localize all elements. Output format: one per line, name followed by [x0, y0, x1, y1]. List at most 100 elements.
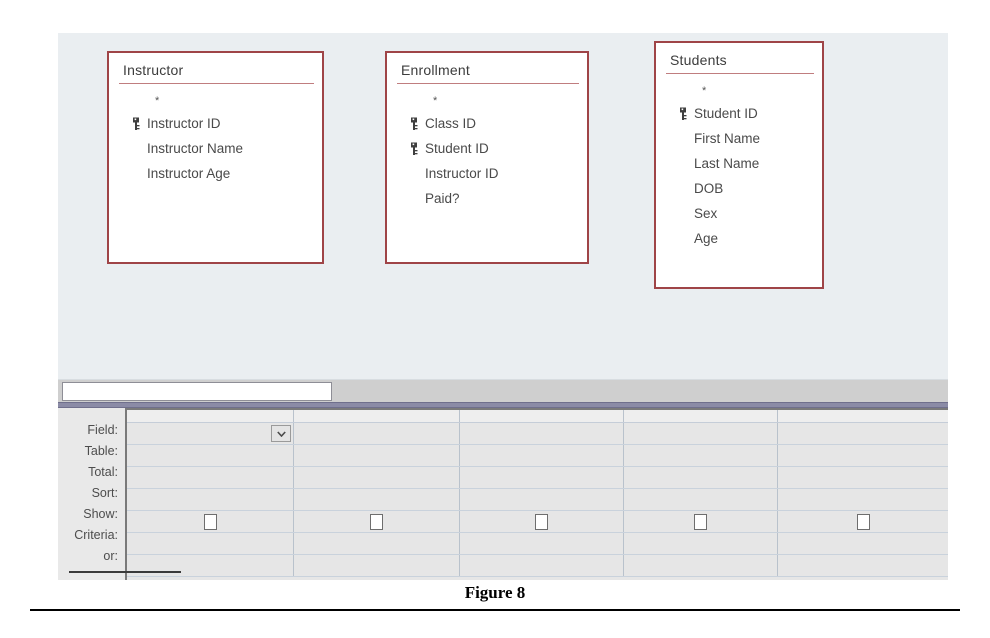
table-cell[interactable]	[778, 445, 948, 466]
criteria-cell[interactable]	[778, 533, 948, 554]
or-cell[interactable]	[624, 555, 778, 576]
column-header[interactable]	[294, 410, 460, 422]
field-name: Student ID	[694, 106, 758, 121]
table-field-row[interactable]: Instructor ID	[109, 111, 322, 136]
column-header[interactable]	[460, 410, 624, 422]
table-field-row[interactable]: Instructor Age	[109, 161, 322, 186]
field-star[interactable]: *	[387, 90, 587, 111]
caption-divider	[30, 609, 960, 611]
table-field-row[interactable]: First Name	[656, 126, 822, 151]
table-field-row[interactable]: Sex	[656, 201, 822, 226]
field-cell[interactable]	[294, 423, 460, 444]
sort-cell[interactable]	[460, 489, 624, 510]
field-name: Class ID	[425, 116, 477, 131]
field-name: Paid?	[425, 191, 460, 206]
table-field-row[interactable]: DOB	[656, 176, 822, 201]
sort-cell[interactable]	[127, 489, 294, 510]
row-label-sort: Sort:	[91, 486, 118, 500]
field-cell[interactable]	[127, 423, 294, 444]
field-name: Student ID	[425, 141, 489, 156]
show-checkbox[interactable]	[535, 513, 548, 530]
table-diagram-pane[interactable]: Instructor * Instructor ID Instructor Na…	[58, 33, 948, 379]
or-cell[interactable]	[778, 555, 948, 576]
show-cell[interactable]	[778, 511, 948, 532]
table-cell[interactable]	[624, 445, 778, 466]
column-header[interactable]	[624, 410, 778, 422]
show-cell[interactable]	[460, 511, 624, 532]
query-grid-column-headers[interactable]	[127, 410, 948, 423]
show-cell[interactable]	[624, 511, 778, 532]
table-field-row[interactable]: Paid?	[387, 186, 587, 211]
table-field-list: * Student ID First Name Last Name DOB Se…	[656, 74, 822, 251]
sort-cell[interactable]	[778, 489, 948, 510]
criteria-cell[interactable]	[294, 533, 460, 554]
grid-row-show	[127, 511, 948, 533]
show-cell[interactable]	[294, 511, 460, 532]
field-cell[interactable]	[778, 423, 948, 444]
field-name: First Name	[694, 131, 761, 146]
label-spacer	[58, 408, 125, 420]
chevron-down-icon[interactable]	[271, 425, 291, 442]
field-name: Instructor Age	[147, 166, 231, 181]
field-name: Instructor ID	[425, 166, 499, 181]
field-cell[interactable]	[460, 423, 624, 444]
show-checkbox[interactable]	[370, 513, 383, 530]
horizontal-scrollbar-thumb[interactable]	[62, 382, 332, 401]
grid-row-total	[127, 467, 948, 489]
table-cell[interactable]	[127, 445, 294, 466]
row-label-criteria: Criteria:	[74, 528, 118, 542]
table-field-list: * Class ID Student ID Instructor ID Paid…	[387, 84, 587, 211]
sort-cell[interactable]	[294, 489, 460, 510]
table-cell[interactable]	[460, 445, 624, 466]
field-name: Instructor Name	[147, 141, 244, 156]
primary-key-icon	[403, 142, 425, 155]
show-checkbox[interactable]	[694, 513, 707, 530]
query-grid-row-labels: Field: Table: Total: Sort: Show: Criteri…	[58, 408, 125, 580]
table-box-students[interactable]: Students * Student ID First Name Last Na…	[654, 41, 824, 289]
field-star[interactable]: *	[656, 80, 822, 101]
or-cell[interactable]	[294, 555, 460, 576]
query-grid-table	[125, 408, 948, 580]
field-cell[interactable]	[624, 423, 778, 444]
criteria-cell[interactable]	[624, 533, 778, 554]
total-cell[interactable]	[294, 467, 460, 488]
table-field-row[interactable]: Last Name	[656, 151, 822, 176]
query-designer-window: Instructor * Instructor ID Instructor Na…	[58, 33, 948, 580]
table-field-row[interactable]: Student ID	[387, 136, 587, 161]
table-box-instructor[interactable]: Instructor * Instructor ID Instructor Na…	[107, 51, 324, 264]
criteria-cell[interactable]	[460, 533, 624, 554]
sort-cell[interactable]	[624, 489, 778, 510]
total-cell[interactable]	[127, 467, 294, 488]
table-field-row[interactable]: Class ID	[387, 111, 587, 136]
table-box-enrollment[interactable]: Enrollment * Class ID Student ID Instruc…	[385, 51, 589, 264]
row-label-table: Table:	[84, 444, 118, 458]
grid-row-or	[127, 555, 948, 577]
criteria-cell[interactable]	[127, 533, 294, 554]
table-title: Students	[670, 52, 727, 68]
total-cell[interactable]	[460, 467, 624, 488]
table-field-row[interactable]: Instructor ID	[387, 161, 587, 186]
total-cell[interactable]	[624, 467, 778, 488]
horizontal-scrollbar[interactable]	[58, 379, 948, 403]
primary-key-icon	[672, 107, 694, 120]
or-cell[interactable]	[460, 555, 624, 576]
grid-row-table	[127, 445, 948, 467]
or-row-edge-marker	[69, 571, 181, 573]
table-field-row[interactable]: Age	[656, 226, 822, 251]
show-cell[interactable]	[127, 511, 294, 532]
table-field-row[interactable]: Instructor Name	[109, 136, 322, 161]
table-cell[interactable]	[294, 445, 460, 466]
total-cell[interactable]	[778, 467, 948, 488]
field-name: Age	[694, 231, 719, 246]
grid-row-criteria	[127, 533, 948, 555]
table-field-row[interactable]: Student ID	[656, 101, 822, 126]
field-star[interactable]: *	[109, 90, 322, 111]
show-checkbox[interactable]	[857, 513, 870, 530]
grid-row-sort	[127, 489, 948, 511]
primary-key-icon	[125, 117, 147, 130]
show-checkbox[interactable]	[203, 513, 217, 530]
row-label-show: Show:	[83, 507, 118, 521]
field-name: DOB	[694, 181, 724, 196]
column-header[interactable]	[127, 410, 294, 422]
column-header[interactable]	[778, 410, 948, 422]
